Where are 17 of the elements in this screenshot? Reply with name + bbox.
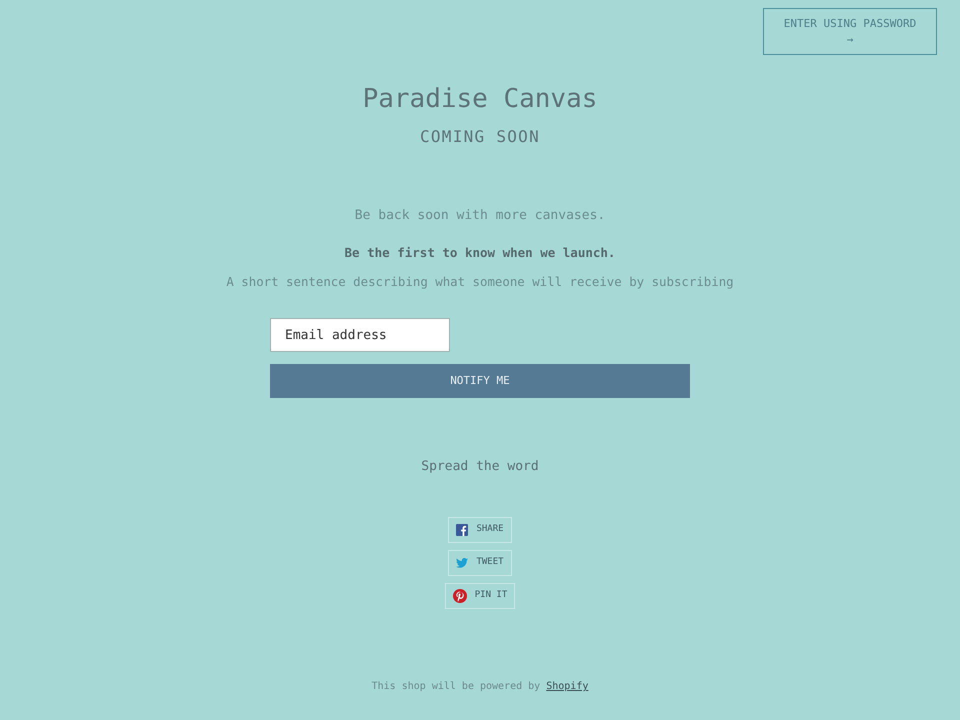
share-button[interactable]: TWEET	[448, 550, 512, 576]
enter-password-button[interactable]: ENTER USING PASSWORD →	[763, 8, 937, 55]
letter-p-circle-icon	[452, 589, 467, 603]
letter-f-square-icon	[456, 524, 468, 536]
email-field[interactable]: Email address	[270, 318, 450, 352]
notify-me-button[interactable]: NOTIFY ME	[270, 364, 690, 398]
footer-text: This shop will be powered by Shopify	[372, 680, 588, 694]
share-heading: Spread the word	[421, 458, 539, 476]
intro-text: Be back soon with more canvases.	[354, 207, 606, 225]
shopify-link[interactable]: Shopify	[546, 681, 588, 692]
coming-soon-subtitle: COMING SOON	[420, 127, 540, 147]
share-button[interactable]: PIN IT	[444, 583, 516, 609]
newsletter-heading: Be the first to know when we launch.	[344, 244, 616, 262]
share-button[interactable]: SHARE	[448, 517, 512, 543]
store-title: Paradise Canvas	[362, 83, 598, 115]
bird-icon	[456, 558, 468, 568]
newsletter-description: A short sentence describing what someone will receive by subscribing	[226, 273, 734, 291]
